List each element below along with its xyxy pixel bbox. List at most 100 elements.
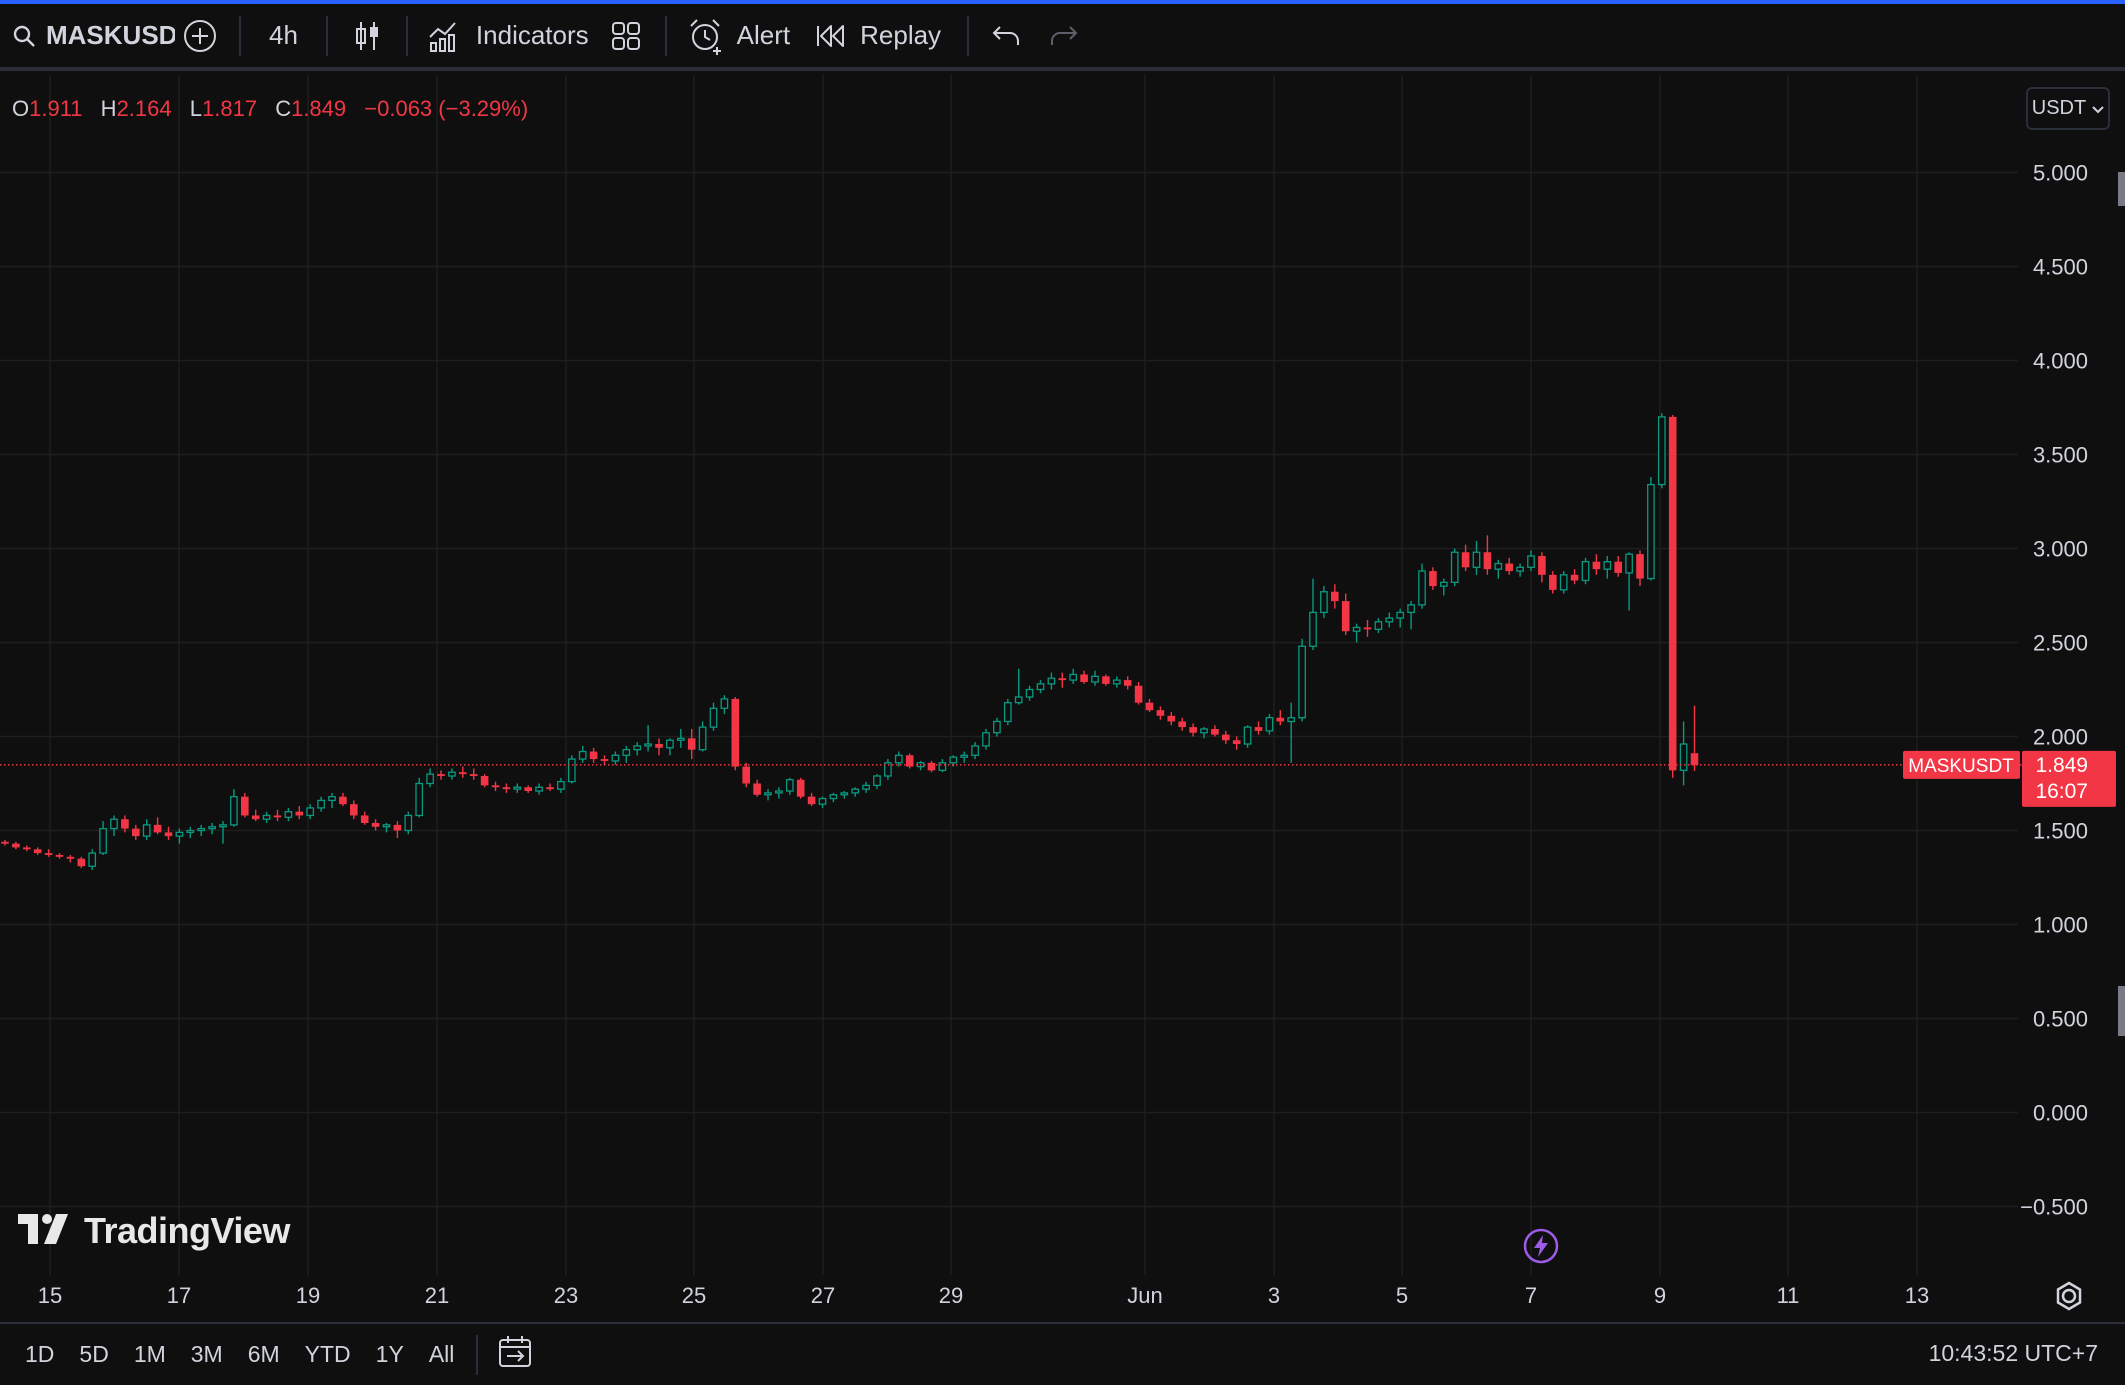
chart-type-button[interactable] bbox=[342, 2, 392, 69]
candle-body bbox=[1069, 673, 1078, 681]
candle-body bbox=[894, 754, 903, 764]
low-value: 1.817 bbox=[202, 96, 258, 121]
candle-body bbox=[1243, 726, 1252, 745]
price-chart[interactable]: 5.000 4.500 4.000 3.500 3.000 2.500 2.000 1.500… bbox=[0, 75, 2116, 1320]
candle-body bbox=[273, 815, 282, 818]
high-value: 2.164 bbox=[116, 96, 172, 121]
interval-button[interactable]: 4h bbox=[255, 2, 312, 69]
symbol-search-button[interactable]: MASKUSDT bbox=[0, 2, 175, 69]
gear-icon[interactable] bbox=[2056, 1281, 2082, 1311]
candle-body bbox=[1265, 717, 1274, 732]
candle-body bbox=[317, 799, 325, 809]
x-tick-label: 9 bbox=[1654, 1283, 1666, 1308]
candle-body bbox=[88, 852, 97, 867]
candle-body bbox=[251, 815, 260, 820]
tradingview-logo-text: TradingView bbox=[84, 1210, 290, 1251]
indicators-button[interactable]: Indicators bbox=[422, 2, 601, 69]
lightning-icon[interactable] bbox=[1523, 1228, 1559, 1269]
candle-body bbox=[1112, 679, 1121, 685]
candle-body bbox=[1341, 601, 1350, 632]
close-value: 1.849 bbox=[291, 96, 347, 121]
candle-body bbox=[949, 756, 958, 764]
open-value: 1.911 bbox=[29, 96, 83, 121]
range-5d-button[interactable]: 5D bbox=[79, 1341, 108, 1368]
layouts-button[interactable] bbox=[601, 2, 651, 69]
bar-countdown: 16:07 bbox=[2035, 780, 2088, 803]
currency-label: USDT bbox=[2031, 97, 2087, 119]
candle-body bbox=[1232, 740, 1241, 745]
redo-button[interactable] bbox=[1035, 2, 1093, 69]
candle-body bbox=[1222, 734, 1230, 741]
candle-body bbox=[1178, 721, 1186, 728]
candle-body bbox=[1331, 591, 1339, 602]
candle-body bbox=[611, 754, 620, 762]
x-tick-label: 19 bbox=[296, 1283, 320, 1308]
y-tick-label: 0.500 bbox=[2033, 1007, 2088, 1032]
candle-body bbox=[600, 759, 609, 761]
close-key: C bbox=[275, 96, 292, 121]
candle-body bbox=[1636, 554, 1644, 579]
y-tick-label: 2.500 bbox=[2033, 631, 2088, 656]
candle-body bbox=[219, 824, 227, 828]
candle-body bbox=[644, 743, 652, 747]
range-1d-button[interactable]: 1D bbox=[25, 1341, 54, 1368]
bottom-divider bbox=[476, 1334, 479, 1375]
candle-body bbox=[1559, 574, 1568, 591]
candle-body bbox=[698, 726, 707, 751]
candle-body bbox=[175, 831, 184, 837]
range-1y-button[interactable]: 1Y bbox=[376, 1341, 404, 1368]
candle-body bbox=[524, 787, 532, 792]
compare-symbol-button[interactable] bbox=[175, 2, 225, 69]
candle-body bbox=[1287, 717, 1296, 723]
candle-body bbox=[1538, 556, 1546, 575]
plus-circle-icon bbox=[182, 18, 218, 54]
candle-body bbox=[66, 856, 75, 859]
candle-body bbox=[241, 796, 249, 816]
candle-body bbox=[230, 796, 238, 826]
undo-button[interactable] bbox=[983, 2, 1035, 69]
redo-icon bbox=[1049, 24, 1079, 48]
candle-body bbox=[960, 754, 969, 758]
candle-body bbox=[1352, 626, 1361, 632]
candle-body bbox=[1614, 561, 1622, 573]
change-value: −0.063 (−3.29%) bbox=[364, 96, 529, 121]
x-tick-label: 27 bbox=[811, 1283, 835, 1308]
candle-body bbox=[720, 698, 729, 709]
range-all-button[interactable]: All bbox=[429, 1341, 455, 1368]
clock[interactable]: 10:43:52 UTC+7 bbox=[1929, 1340, 2098, 1367]
y-tick-label: 1.000 bbox=[2033, 913, 2088, 938]
candle-body bbox=[676, 737, 685, 741]
candle-body bbox=[1320, 591, 1328, 614]
candle-body bbox=[971, 745, 979, 756]
range-ytd-button[interactable]: YTD bbox=[305, 1341, 351, 1368]
replay-button[interactable]: Replay bbox=[802, 2, 953, 69]
candle-body bbox=[339, 796, 347, 805]
candle-body bbox=[448, 771, 456, 777]
candle-body bbox=[393, 824, 402, 831]
candle-body bbox=[927, 762, 936, 771]
currency-selector[interactable]: USDT bbox=[2026, 87, 2110, 130]
top-toolbar: MASKUSDT 4h Indicators Alert Replay bbox=[0, 4, 2125, 71]
goto-date-button[interactable] bbox=[498, 1335, 534, 1374]
tradingview-logo[interactable]: TradingView bbox=[18, 1210, 290, 1252]
y-tick-label: 4.500 bbox=[2033, 255, 2088, 280]
tradingview-logo-icon bbox=[18, 1213, 74, 1249]
candle-body bbox=[1276, 717, 1285, 722]
candle-body bbox=[350, 804, 358, 816]
candle-body bbox=[840, 792, 849, 796]
x-tick-label: 3 bbox=[1268, 1283, 1280, 1308]
candle-body bbox=[480, 775, 489, 786]
range-1m-button[interactable]: 1M bbox=[134, 1341, 166, 1368]
range-6m-button[interactable]: 6M bbox=[248, 1341, 280, 1368]
candle-body bbox=[775, 790, 783, 794]
candle-body bbox=[818, 797, 827, 805]
range-3m-button[interactable]: 3M bbox=[191, 1341, 223, 1368]
alert-button[interactable]: Alert bbox=[681, 2, 802, 69]
toolbar-divider bbox=[405, 15, 408, 56]
candle-body bbox=[1690, 753, 1699, 765]
candle-body bbox=[993, 720, 1001, 734]
candle-body bbox=[55, 854, 64, 857]
indicators-label: Indicators bbox=[475, 20, 589, 50]
candle-body bbox=[1298, 645, 1306, 719]
candle-body bbox=[1570, 574, 1579, 581]
